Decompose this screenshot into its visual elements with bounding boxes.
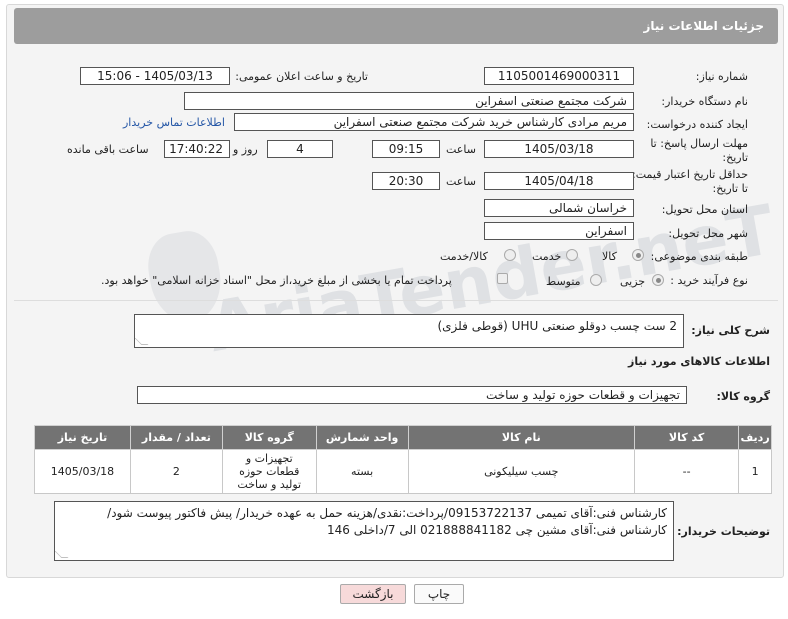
- price-validity-label-line2: تا تاریخ:: [712, 182, 748, 195]
- category-goods-label: کالا: [602, 250, 617, 263]
- category-service-radio[interactable]: [566, 249, 578, 261]
- cell-qty: 2: [129, 449, 223, 494]
- resize-handle-icon: [55, 551, 69, 558]
- need-number-label: شماره نیاز:: [695, 70, 748, 83]
- page-title: جزئیات اطلاعات نیاز: [14, 8, 778, 44]
- requester-label: ایجاد کننده درخواست:: [646, 118, 748, 131]
- table-row: 1 -- چسب سیلیکونی بسته تجهیزات و قطعات ح…: [34, 449, 772, 494]
- cell-row: 1: [738, 449, 772, 494]
- announce-field: 1405/03/13 - 15:06: [80, 67, 230, 85]
- goods-section-title: اطلاعات کالاهای مورد نیاز: [628, 355, 770, 368]
- cell-name: چسب سیلیکونی: [407, 449, 636, 494]
- buyer-notes-text: کارشناس فنی:آقای تمیمی 09153722137/پرداخ…: [107, 506, 667, 537]
- process-minor-label: جزیی: [620, 275, 646, 288]
- deadline-label-line2: تاریخ:: [722, 151, 748, 164]
- cell-group: تجهیزات و قطعات حوزه تولید و ساخت: [221, 449, 317, 494]
- treasury-payment-note: پرداخت تمام یا بخشی از مبلغ خرید،از محل …: [101, 274, 452, 287]
- category-label: طبقه بندی موضوعی:: [650, 250, 748, 263]
- buyer-org-field: شرکت مجتمع صنعتی اسفراین: [184, 92, 634, 110]
- days-label: روز و: [233, 143, 258, 156]
- description-textarea: 2 ست چسب دوقلو صنعتی UHU (قوطی فلزی): [134, 314, 684, 348]
- city-label: شهر محل تحویل:: [668, 227, 748, 240]
- col-date: تاریخ نیاز: [34, 425, 131, 450]
- buyer-notes-textarea: کارشناس فنی:آقای تمیمی 09153722137/پرداخ…: [54, 501, 674, 561]
- col-name: نام کالا: [407, 425, 636, 450]
- back-button[interactable]: بازگشت: [340, 584, 406, 604]
- treasury-payment-checkbox[interactable]: [497, 273, 508, 284]
- col-code: کد کالا: [634, 425, 740, 450]
- col-unit: واحد شمارش: [315, 425, 409, 450]
- process-medium-radio[interactable]: [590, 274, 602, 286]
- deadline-time-field: 09:15: [372, 140, 440, 158]
- deadline-date-field: 1405/03/18: [484, 140, 634, 158]
- province-label: استان محل تحویل:: [661, 203, 748, 216]
- buyer-org-label: نام دستگاه خریدار:: [661, 95, 748, 108]
- category-goods-radio[interactable]: [632, 249, 644, 261]
- price-validity-time-field: 20:30: [372, 172, 440, 190]
- section-divider: [14, 300, 778, 301]
- process-minor-radio[interactable]: [652, 274, 664, 286]
- col-qty: تعداد / مقدار: [129, 425, 223, 450]
- province-field: خراسان شمالی: [484, 199, 634, 217]
- table-header-row: ردیف کد کالا نام کالا واحد شمارش گروه کا…: [34, 425, 772, 450]
- process-label: نوع فرآیند خرید :: [670, 274, 748, 287]
- goods-group-field: تجهیزات و قطعات حوزه تولید و ساخت: [137, 386, 687, 404]
- goods-table: ردیف کد کالا نام کالا واحد شمارش گروه کا…: [34, 425, 772, 494]
- buyer-notes-label: توضیحات خریدار:: [677, 525, 770, 538]
- remaining-label: ساعت باقی مانده: [67, 143, 149, 156]
- price-validity-date-field: 1405/04/18: [484, 172, 634, 190]
- days-remaining-field: 4: [267, 140, 333, 158]
- category-goods-service-label: کالا/خدمت: [440, 250, 488, 263]
- col-group: گروه کالا: [221, 425, 317, 450]
- need-number-field: 1105001469000311: [484, 67, 634, 85]
- description-label: شرح کلی نیاز:: [691, 324, 770, 337]
- deadline-hour-label: ساعت: [446, 143, 476, 156]
- cell-date: 1405/03/18: [34, 449, 131, 494]
- description-text: 2 ست چسب دوقلو صنعتی UHU (قوطی فلزی): [437, 319, 677, 333]
- process-medium-label: متوسط: [546, 275, 581, 288]
- announce-label: تاریخ و ساعت اعلان عمومی:: [235, 70, 368, 83]
- city-field: اسفراین: [484, 222, 634, 240]
- category-service-label: خدمت: [532, 250, 562, 263]
- category-goods-service-radio[interactable]: [504, 249, 516, 261]
- col-row: ردیف: [738, 425, 772, 450]
- price-validity-label-line1: حداقل تاریخ اعتبار قیمت:: [632, 168, 748, 181]
- price-validity-hour-label: ساعت: [446, 175, 476, 188]
- requester-field: مریم مرادی کارشناس خرید شرکت مجتمع صنعتی…: [234, 113, 634, 131]
- deadline-label-line1: مهلت ارسال پاسخ: تا: [650, 137, 748, 150]
- goods-group-label: گروه کالا:: [716, 390, 770, 403]
- buyer-contact-link[interactable]: اطلاعات تماس خریدار: [123, 116, 225, 129]
- resize-handle-icon: [135, 338, 149, 345]
- cell-code: --: [634, 449, 740, 494]
- remaining-time-field: 17:40:22: [164, 140, 230, 158]
- cell-unit: بسته: [315, 449, 409, 494]
- print-button[interactable]: چاپ: [414, 584, 464, 604]
